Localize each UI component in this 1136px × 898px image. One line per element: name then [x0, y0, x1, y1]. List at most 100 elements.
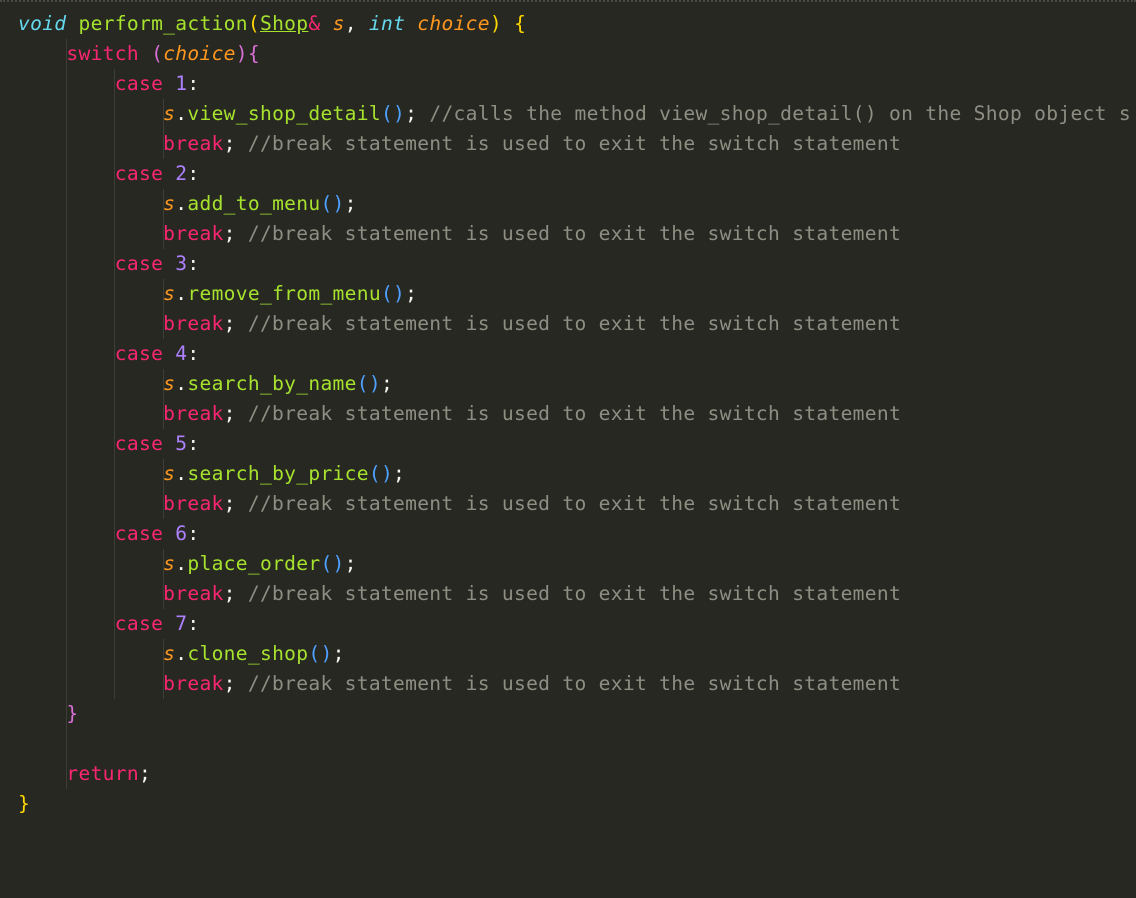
code-line[interactable]: case 2:	[18, 159, 1131, 189]
code-line[interactable]: switch (choice){	[18, 39, 1131, 69]
indent-guide	[162, 489, 164, 519]
code-token: clone_shop	[187, 642, 309, 665]
code-token: //break statement is used to exit the sw…	[247, 672, 902, 695]
code-line[interactable]: break; //break statement is used to exit…	[18, 669, 1131, 699]
code-token: :	[187, 342, 200, 365]
code-line[interactable]: break; //break statement is used to exit…	[18, 399, 1131, 429]
code-token: }	[18, 792, 31, 815]
code-token: //break statement is used to exit the sw…	[247, 492, 902, 515]
indent-guide	[114, 129, 116, 159]
code-line[interactable]: void perform_action(Shop& s, int choice)…	[18, 9, 1131, 39]
indent-guide	[162, 369, 164, 399]
code-token: .	[175, 552, 188, 575]
code-line[interactable]: s.view_shop_detail(); //calls the method…	[18, 99, 1131, 129]
code-token: break	[163, 402, 224, 425]
code-line[interactable]: case 4:	[18, 339, 1131, 369]
code-token: 7	[175, 612, 188, 635]
code-token: search_by_name	[187, 372, 357, 395]
code-token: .	[175, 372, 188, 395]
code-token: case	[114, 522, 164, 545]
indent-guide	[66, 99, 67, 129]
code-token: ;	[393, 462, 406, 485]
code-line[interactable]: break; //break statement is used to exit…	[18, 219, 1131, 249]
indent-guide	[114, 549, 116, 579]
code-line[interactable]: ​	[18, 729, 1131, 759]
code-token: //break statement is used to exit the sw…	[247, 402, 902, 425]
code-token: s	[163, 372, 176, 395]
indent-guide	[114, 99, 116, 129]
code-line[interactable]: s.remove_from_menu();	[18, 279, 1131, 309]
indent-guide	[66, 489, 67, 519]
code-token: break	[163, 582, 224, 605]
code-token: :	[187, 522, 200, 545]
code-token: ;	[223, 222, 248, 245]
indent-guide	[162, 549, 164, 579]
code-token: {	[247, 42, 261, 65]
code-token: int	[368, 12, 406, 35]
code-line[interactable]: s.search_by_price();	[18, 459, 1131, 489]
indent-guide	[66, 729, 67, 759]
code-token: .	[175, 642, 188, 665]
code-line[interactable]: }	[18, 789, 1131, 819]
code-line[interactable]: break; //break statement is used to exit…	[18, 129, 1131, 159]
code-line[interactable]: case 7:	[18, 609, 1131, 639]
code-line[interactable]: case 3:	[18, 249, 1131, 279]
indent-guide	[114, 309, 116, 339]
code-token: choice	[417, 12, 490, 35]
code-line[interactable]: s.clone_shop();	[18, 639, 1131, 669]
code-token: )	[489, 12, 502, 35]
code-token: (	[151, 42, 164, 65]
code-line[interactable]: break; //break statement is used to exit…	[18, 309, 1131, 339]
code-token: ;	[138, 762, 152, 785]
code-token: s	[163, 282, 176, 305]
code-line[interactable]: }	[18, 699, 1131, 729]
indent-guide	[162, 99, 164, 129]
indent-guide	[114, 519, 116, 549]
indent-guide	[162, 219, 164, 249]
indent-guide	[66, 399, 67, 429]
code-token: case	[114, 432, 164, 455]
indent-guide	[162, 309, 164, 339]
code-token: s	[163, 102, 176, 125]
code-block[interactable]: void perform_action(Shop& s, int choice)…	[18, 9, 1131, 819]
code-token: return	[66, 762, 139, 785]
code-token: (	[247, 12, 260, 35]
code-token: add_to_menu	[187, 192, 321, 215]
code-line[interactable]: return;	[18, 759, 1131, 789]
code-line[interactable]: break; //break statement is used to exit…	[18, 579, 1131, 609]
code-token: :	[187, 162, 200, 185]
code-token: &	[308, 12, 321, 35]
code-line[interactable]: case 6:	[18, 519, 1131, 549]
code-line[interactable]: s.search_by_name();	[18, 369, 1131, 399]
code-token: 3	[175, 252, 188, 275]
indent-guide	[114, 399, 116, 429]
indent-guide	[114, 639, 116, 669]
code-line[interactable]: s.add_to_menu();	[18, 189, 1131, 219]
indent-guide	[114, 249, 116, 279]
indent-guide	[114, 279, 116, 309]
code-line[interactable]: case 1:	[18, 69, 1131, 99]
code-token: case	[114, 252, 164, 275]
indent-guide	[114, 459, 116, 489]
indent-guide	[66, 699, 67, 729]
code-editor[interactable]: void perform_action(Shop& s, int choice)…	[0, 0, 1136, 898]
code-line[interactable]: break; //break statement is used to exit…	[18, 489, 1131, 519]
code-line[interactable]: s.place_order();	[18, 549, 1131, 579]
indent-guide	[114, 189, 116, 219]
code-line[interactable]: case 5:	[18, 429, 1131, 459]
indent-guide	[66, 159, 67, 189]
code-token: case	[114, 612, 164, 635]
